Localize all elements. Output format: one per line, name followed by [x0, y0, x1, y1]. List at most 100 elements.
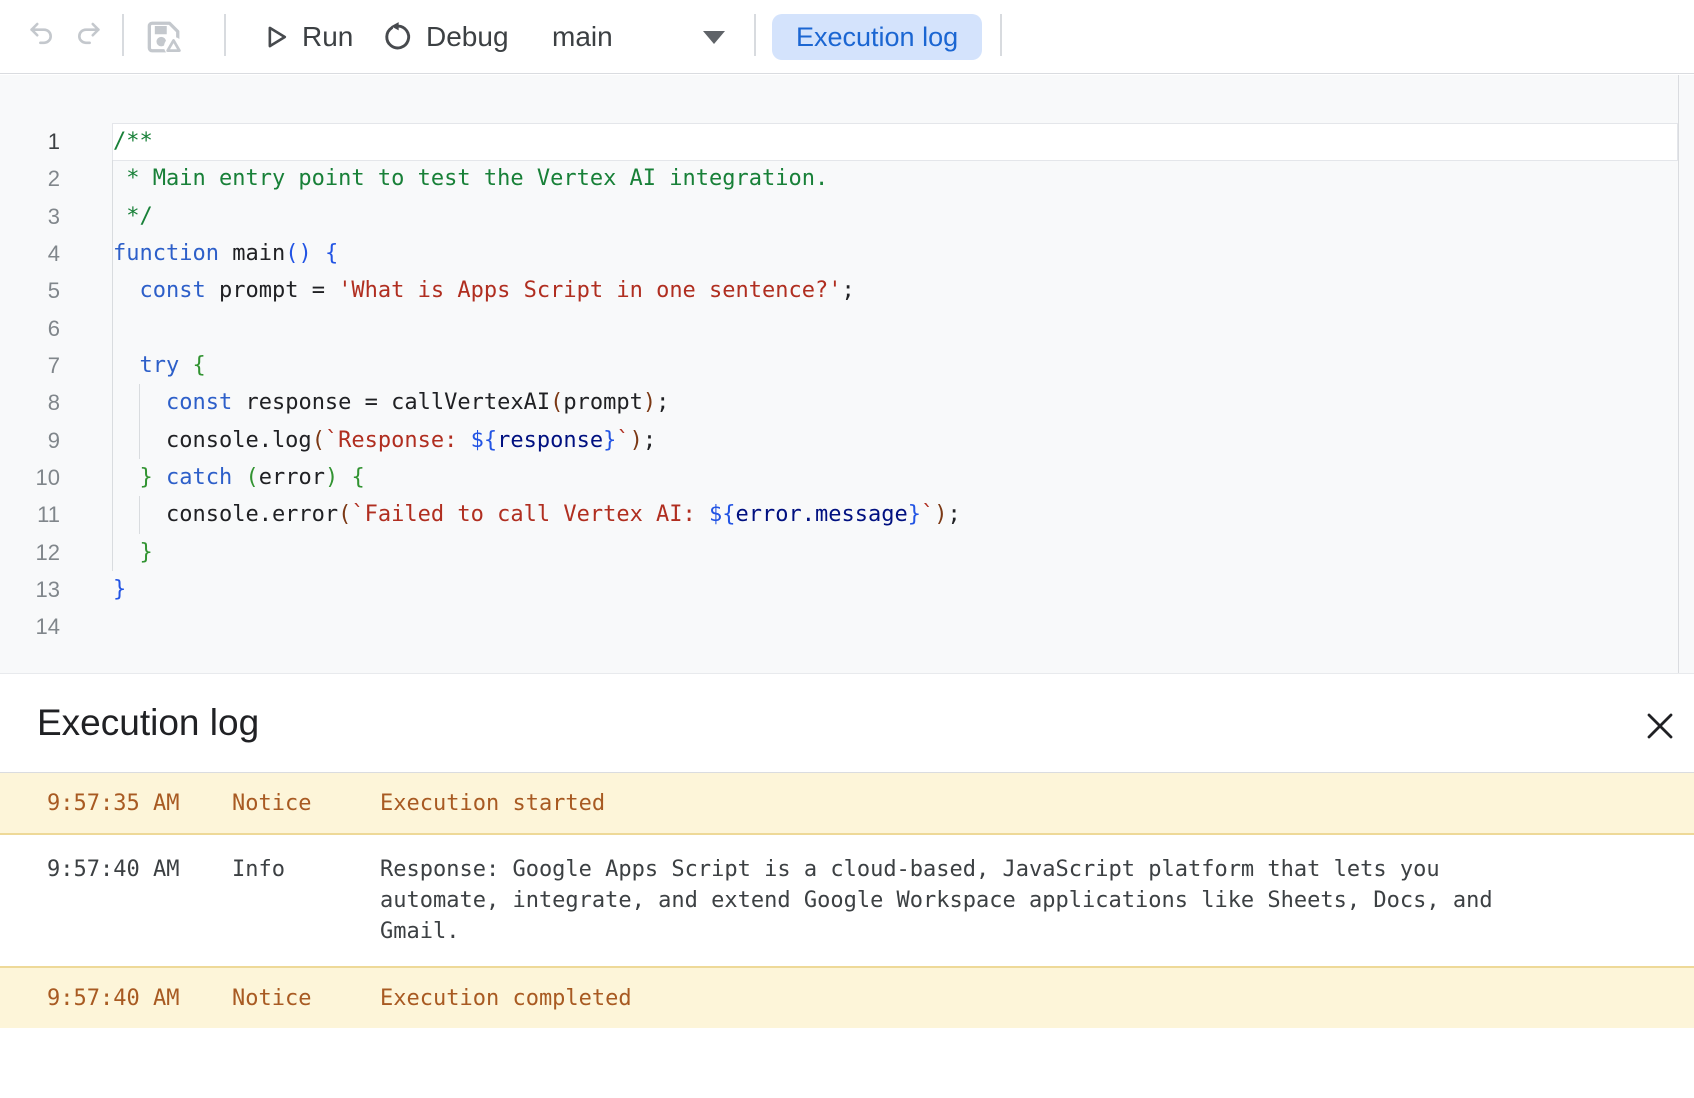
run-button-label: Run	[302, 21, 353, 53]
play-icon	[264, 24, 290, 50]
code-token: `	[616, 428, 629, 453]
code-text: function main() {	[60, 235, 1694, 272]
log-level: Notice	[232, 788, 380, 819]
code-line[interactable]: 3 */	[0, 198, 1694, 235]
execution-log-panel: Execution log 9:57:35 AMNoticeExecution …	[0, 673, 1694, 1098]
function-selector-value: main	[552, 21, 613, 53]
close-icon	[1644, 710, 1676, 742]
code-text	[60, 310, 1694, 347]
code-token: `Failed to call Vertex AI:	[351, 502, 709, 527]
toolbar: Run Debug main Execution log	[0, 0, 1694, 74]
undo-button[interactable]	[26, 19, 56, 49]
toolbar-divider	[754, 14, 756, 56]
code-token	[113, 540, 140, 565]
line-number: 6	[0, 310, 60, 347]
log-entries: 9:57:35 AMNoticeExecution started 9:57:40…	[0, 773, 1694, 1028]
log-time: 9:57:35 AM	[47, 788, 232, 819]
code-token	[113, 278, 140, 303]
code-token: * Main entry point to test the Vertex AI…	[113, 166, 828, 191]
code-token: error	[259, 465, 325, 490]
execution-log-header: Execution log	[0, 674, 1694, 773]
code-line[interactable]: 14	[0, 608, 1694, 645]
code-line[interactable]: 4function main() {	[0, 235, 1694, 272]
code-text: console.log(`Response: ${response}`);	[60, 422, 1694, 459]
code-line[interactable]: 5 const prompt = 'What is Apps Script in…	[0, 272, 1694, 309]
code-token: (	[338, 502, 351, 527]
line-number: 12	[0, 534, 60, 571]
code-text: } catch (error) {	[60, 459, 1694, 496]
code-line[interactable]: 8 const response = callVertexAI(prompt);	[0, 384, 1694, 421]
code-text	[60, 608, 1694, 645]
code-token: )	[325, 465, 338, 490]
redo-button[interactable]	[74, 19, 104, 49]
dropdown-caret-icon[interactable]	[703, 31, 725, 44]
line-number: 8	[0, 384, 60, 421]
debug-button[interactable]: Debug	[382, 0, 509, 74]
code-token: }	[140, 465, 153, 490]
apps-script-editor-window: Run Debug main Execution log 1/**2	[0, 0, 1694, 1098]
code-line[interactable]: 1/**	[0, 123, 1694, 160]
execution-log-title: Execution log	[37, 702, 259, 744]
log-message: Response: Google Apps Script is a cloud-…	[380, 854, 1532, 947]
execution-log-button[interactable]: Execution log	[772, 14, 982, 60]
code-token: (	[312, 428, 325, 453]
redo-icon	[74, 19, 104, 49]
code-token	[338, 465, 351, 490]
code-text: */	[60, 198, 1694, 235]
code-token: (	[245, 465, 258, 490]
log-entry: 9:57:35 AMNoticeExecution started	[0, 773, 1694, 835]
code-token: const	[140, 278, 206, 303]
code-line[interactable]: 13}	[0, 571, 1694, 608]
line-number: 1	[0, 123, 60, 160]
code-token: (	[550, 390, 563, 415]
code-line[interactable]: 10 } catch (error) {	[0, 459, 1694, 496]
code-token: function	[113, 241, 219, 266]
line-number: 7	[0, 347, 60, 384]
close-execution-log-button[interactable]	[1644, 710, 1676, 742]
function-selector[interactable]: main	[552, 0, 613, 74]
code-editor[interactable]: 1/**2 * Main entry point to test the Ver…	[0, 75, 1694, 673]
code-text: console.error(`Failed to call Vertex AI:…	[60, 496, 1694, 533]
line-number: 14	[0, 608, 60, 645]
code-text: }	[60, 571, 1694, 608]
debug-icon	[382, 21, 414, 53]
code-token: ${	[471, 428, 498, 453]
code-line[interactable]: 6	[0, 310, 1694, 347]
log-time: 9:57:40 AM	[47, 854, 232, 947]
code-token: ;	[656, 390, 669, 415]
code-line[interactable]: 7 try {	[0, 347, 1694, 384]
save-status-icon	[142, 15, 186, 59]
code-token	[153, 465, 166, 490]
log-time: 9:57:40 AM	[47, 983, 232, 1014]
run-button[interactable]: Run	[264, 0, 353, 74]
code-token: }	[113, 577, 126, 602]
code-token: response = callVertexAI	[232, 390, 550, 415]
code-token: console.log	[113, 428, 312, 453]
execution-log-button-label: Execution log	[796, 22, 958, 53]
code-token: ()	[285, 241, 312, 266]
line-number: 3	[0, 198, 60, 235]
code-token: }	[908, 502, 921, 527]
line-number: 5	[0, 272, 60, 309]
undo-icon	[26, 19, 56, 49]
code-token: const	[166, 390, 232, 415]
log-message: Execution started	[380, 788, 1532, 819]
code-token: ;	[842, 278, 855, 303]
line-number: 13	[0, 571, 60, 608]
code-token: try	[140, 353, 180, 378]
save-status-button[interactable]	[142, 15, 186, 59]
log-message: Execution completed	[380, 983, 1532, 1014]
line-number: 10	[0, 459, 60, 496]
code-line[interactable]: 9 console.log(`Response: ${response}`);	[0, 422, 1694, 459]
code-line[interactable]: 11 console.error(`Failed to call Vertex …	[0, 496, 1694, 533]
code-token: )	[643, 390, 656, 415]
code-line[interactable]: 12 }	[0, 534, 1694, 571]
code-line[interactable]: 2 * Main entry point to test the Vertex …	[0, 160, 1694, 197]
line-number: 2	[0, 160, 60, 197]
code-token: error.message	[736, 502, 908, 527]
toolbar-divider	[122, 14, 124, 56]
code-token	[113, 390, 166, 415]
code-token: ;	[643, 428, 656, 453]
code-token	[113, 465, 140, 490]
code-token: )	[630, 428, 643, 453]
